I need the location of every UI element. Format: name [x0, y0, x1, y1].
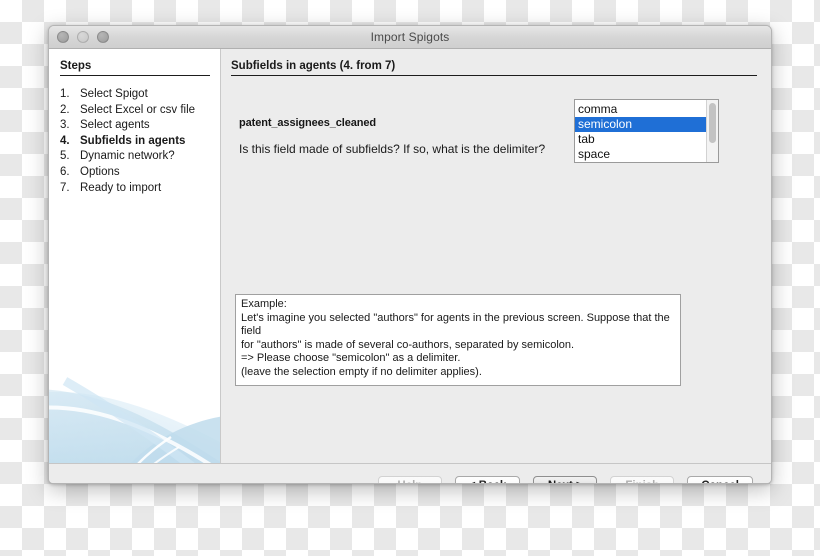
steps-heading: Steps	[60, 60, 210, 76]
example-help-box: Example: Let's imagine you selected "aut…	[235, 294, 681, 386]
delimiter-option-comma[interactable]: comma	[575, 102, 706, 117]
step-item-3: 3. Select agents	[49, 118, 220, 134]
step-item-2: 2. Select Excel or csv file	[49, 103, 220, 119]
finish-button[interactable]: Finish	[610, 475, 675, 483]
close-button[interactable]	[57, 31, 69, 43]
step-label: Options	[80, 165, 120, 178]
example-line-4: => Please choose "semicolon" as a delimi…	[241, 352, 461, 365]
window-title: Import Spigots	[370, 30, 450, 44]
steps-list: 1. Select Spigot 2. Select Excel or csv …	[49, 87, 220, 196]
step-label: Select Spigot	[80, 88, 148, 100]
step-item-4-current: 4. Subfields in agents	[49, 134, 220, 150]
example-line-5: (leave the selection empty if no delimit…	[241, 365, 482, 378]
delimiter-option-space[interactable]: space	[575, 147, 706, 162]
step-number: 5.	[60, 150, 70, 163]
minimize-button[interactable]	[77, 31, 89, 43]
window-titlebar[interactable]: Import Spigots	[49, 26, 771, 49]
step-label: Subfields in agents	[80, 134, 186, 147]
step-label: Ready to import	[80, 181, 162, 194]
step-number: 2.	[60, 103, 70, 116]
delimiter-option-tab[interactable]: tab	[575, 132, 706, 147]
step-label: Dynamic network?	[80, 150, 175, 163]
cancel-button[interactable]: Cancel	[687, 475, 753, 483]
step-number: 4.	[60, 134, 70, 147]
help-button[interactable]: Help	[377, 475, 442, 483]
step-item-5: 5. Dynamic network?	[49, 149, 220, 165]
delimiter-options: comma semicolon tab space	[575, 100, 706, 162]
step-number: 6.	[60, 165, 70, 178]
step-item-7: 7. Ready to import	[49, 181, 220, 197]
step-number: 3.	[60, 119, 70, 132]
content-pane: Subfields in agents (4. from 7) patent_a…	[221, 49, 771, 463]
step-item-6: 6. Options	[49, 165, 220, 181]
window-body: Steps 1. Select Spigot 2. Select Excel o…	[49, 49, 771, 463]
content-heading: Subfields in agents (4. from 7)	[231, 60, 757, 76]
step-label: Select agents	[80, 119, 150, 132]
step-item-1: 1. Select Spigot	[49, 87, 220, 103]
example-line-2: Let's imagine you selected "authors" for…	[241, 311, 670, 338]
listbox-scrollbar-thumb[interactable]	[709, 103, 716, 143]
wizard-button-bar: Help < Back Next > Finish Cancel	[49, 463, 771, 483]
example-line-3: for "authors" is made of several co-auth…	[241, 338, 575, 351]
next-button[interactable]: Next >	[533, 475, 598, 483]
window-controls	[57, 31, 109, 43]
step-label: Select Excel or csv file	[80, 103, 196, 116]
decorative-swoosh-graphic	[49, 377, 220, 463]
listbox-scrollbar[interactable]	[706, 100, 718, 162]
steps-sidebar: Steps 1. Select Spigot 2. Select Excel o…	[49, 49, 221, 463]
step-number: 7.	[60, 181, 70, 194]
example-line-1: Example:	[241, 298, 287, 310]
delimiter-option-semicolon[interactable]: semicolon	[575, 117, 706, 132]
delimiter-listbox[interactable]: comma semicolon tab space	[574, 99, 719, 163]
back-button[interactable]: < Back	[454, 475, 521, 483]
import-spigots-window: Import Spigots Steps 1. Select Spigot 2.…	[48, 25, 772, 484]
maximize-button[interactable]	[97, 31, 109, 43]
step-number: 1.	[60, 88, 70, 100]
